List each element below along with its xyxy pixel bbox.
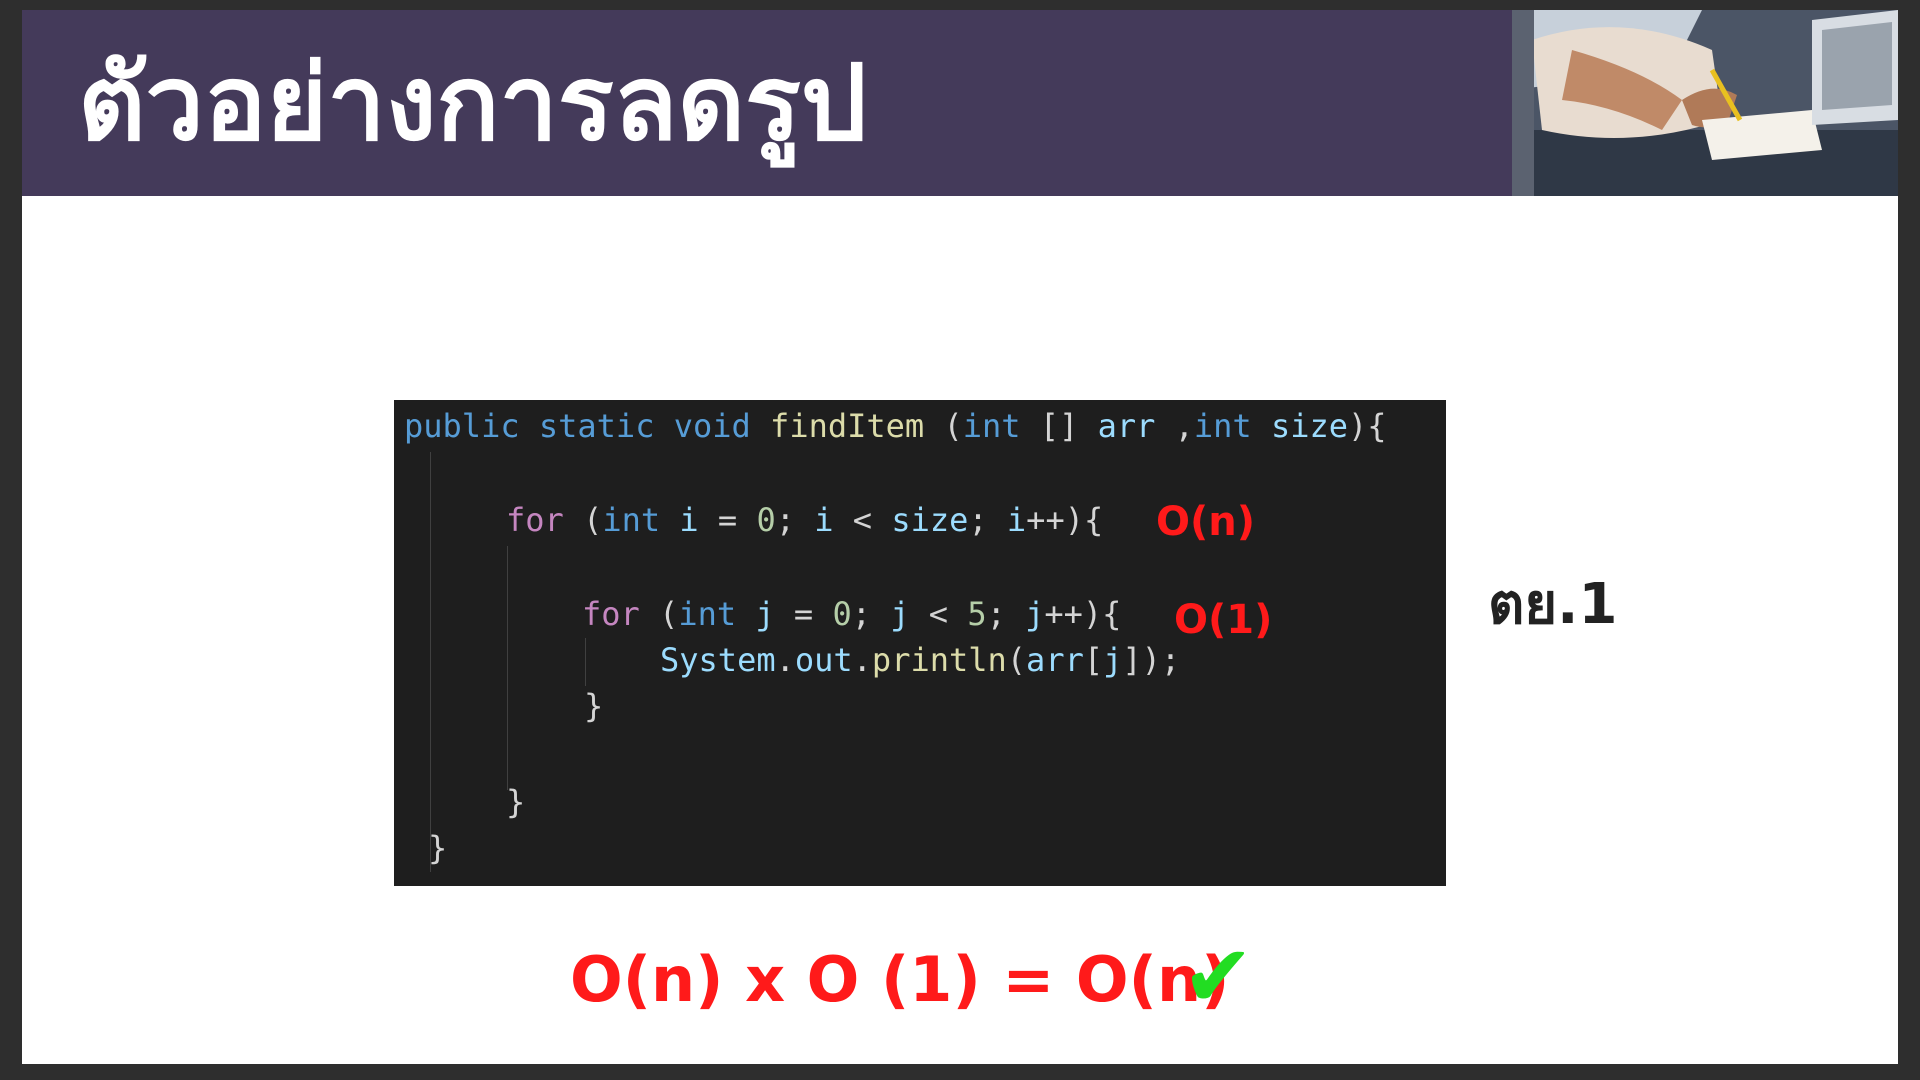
complexity-equation: O(n) x O (1) = O(n) xyxy=(570,943,1230,1016)
code-block: public static void findItem (int [] arr … xyxy=(394,400,1446,886)
code-line-6: } xyxy=(506,783,526,821)
code-line-2: for (int i = 0; i < size; i++){ xyxy=(506,501,1104,539)
slide: ตัวอย่างการลดรูป public static void find… xyxy=(22,10,1898,1064)
indent-guide xyxy=(430,452,431,872)
code-line-1: public static void findItem (int [] arr … xyxy=(404,407,1387,445)
indent-guide xyxy=(507,546,508,790)
example-label: ตย.1 xyxy=(1488,572,1618,637)
person-writing-illustration xyxy=(1512,10,1898,196)
code-line-7: } xyxy=(428,829,448,867)
code-line-4: System.out.println(arr[j]); xyxy=(660,641,1181,679)
title-bar: ตัวอย่างการลดรูป xyxy=(22,10,1898,196)
outer-loop-complexity: O(n) xyxy=(1156,499,1256,545)
header-photo xyxy=(1512,10,1898,196)
indent-guide xyxy=(585,638,586,686)
inner-loop-complexity: O(1) xyxy=(1174,597,1273,643)
slide-title: ตัวอย่างการลดรูป xyxy=(78,42,867,164)
code-line-3: for (int j = 0; j < 5; j++){ xyxy=(582,595,1122,633)
check-mark-icon: ✔ xyxy=(1182,927,1255,1027)
code-line-5: } xyxy=(584,687,604,725)
